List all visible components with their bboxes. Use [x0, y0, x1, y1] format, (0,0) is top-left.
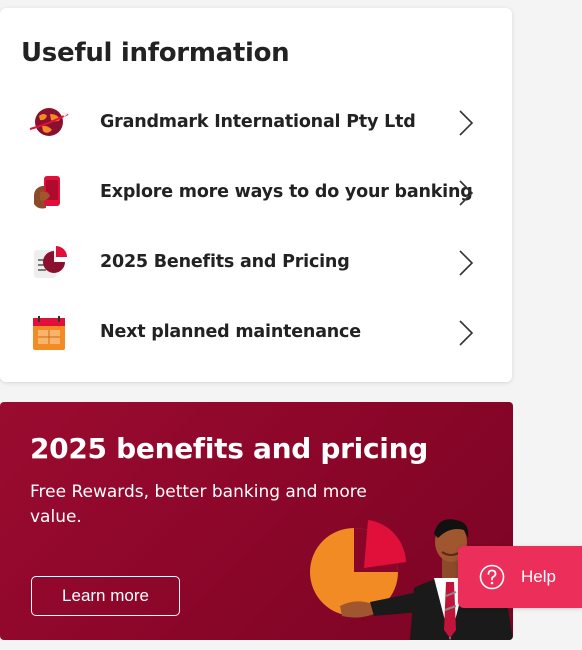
- promo-title: 2025 benefits and pricing: [30, 432, 428, 465]
- calendar-icon: [33, 316, 65, 350]
- info-item-label: Explore more ways to do your banking: [100, 182, 473, 202]
- learn-more-button[interactable]: Learn more: [31, 576, 180, 616]
- globe-plane-icon: [29, 108, 69, 136]
- chevron-right-icon: [459, 320, 474, 346]
- info-item-label: 2025 Benefits and Pricing: [100, 252, 350, 272]
- help-button[interactable]: Help: [458, 546, 582, 608]
- question-mark-icon: [479, 564, 505, 590]
- chevron-right-icon: [459, 110, 474, 136]
- useful-information-title: Useful information: [21, 38, 290, 68]
- info-item-banking-ways[interactable]: Explore more ways to do your banking: [0, 162, 512, 222]
- benefits-promo-banner: 2025 benefits and pricing Free Rewards, …: [0, 402, 513, 640]
- phone-in-hand-icon: [34, 176, 60, 209]
- pie-chart-document-icon: [34, 246, 67, 278]
- chevron-right-icon: [459, 250, 474, 276]
- info-item-benefits-pricing[interactable]: 2025 Benefits and Pricing: [0, 232, 512, 292]
- useful-information-card: Useful information Grandmark Internation…: [0, 8, 512, 382]
- chevron-right-icon: [459, 180, 474, 206]
- info-item-label: Grandmark International Pty Ltd: [100, 112, 416, 132]
- info-item-grandmark[interactable]: Grandmark International Pty Ltd: [0, 92, 512, 152]
- help-label: Help: [521, 567, 556, 586]
- info-item-label: Next planned maintenance: [100, 322, 361, 342]
- info-item-maintenance[interactable]: Next planned maintenance: [0, 302, 512, 362]
